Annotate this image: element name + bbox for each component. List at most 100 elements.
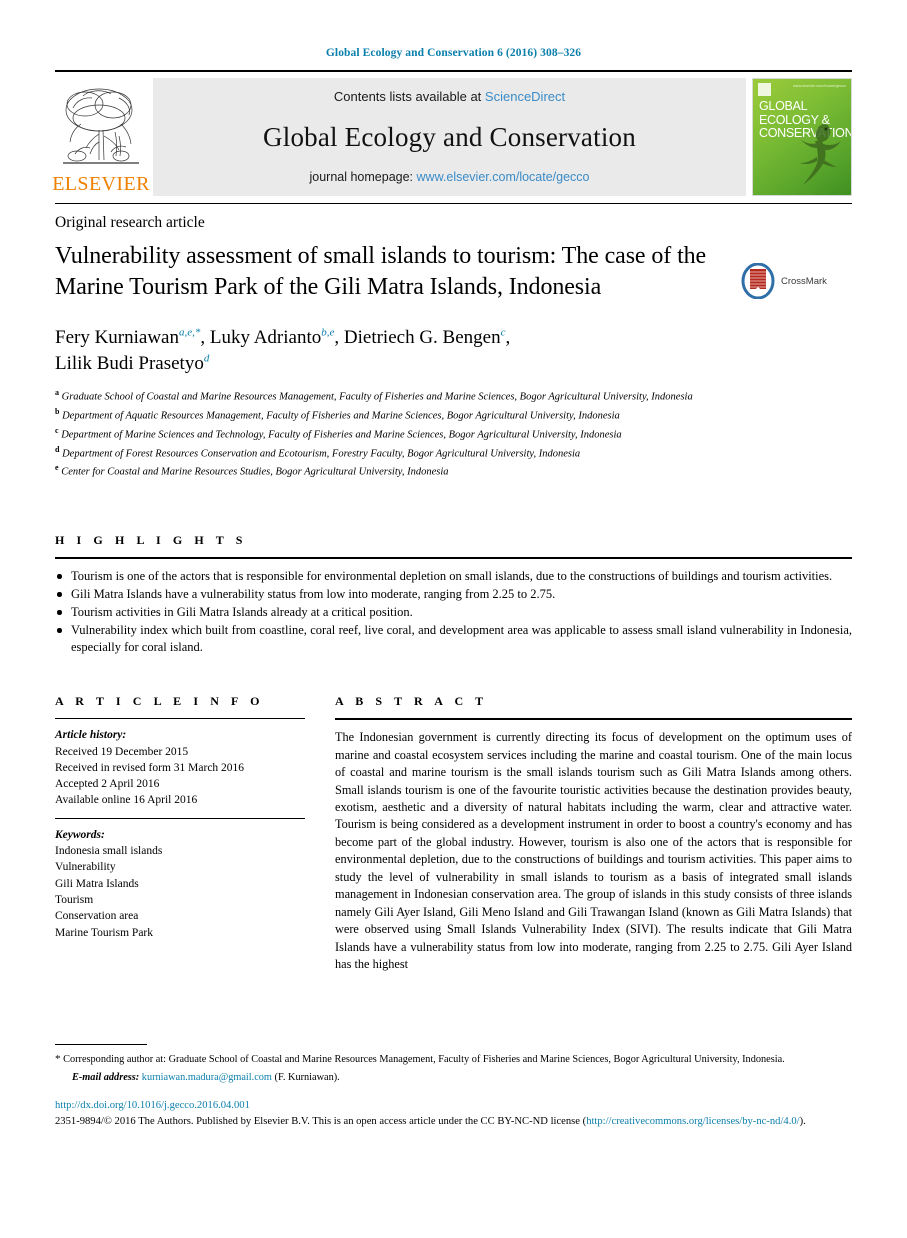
keyword-item: Conservation area	[55, 910, 139, 923]
abstract-rule	[335, 718, 852, 721]
affiliation-item: b Department of Aquatic Resources Manage…	[55, 406, 852, 425]
copyright-suffix: ).	[799, 1116, 806, 1128]
highlights-section: H I G H L I G H T S Tourism is one of th…	[55, 533, 852, 656]
history-revised: Received in revised form 31 March 2016	[55, 761, 245, 774]
keywords-rule	[55, 817, 305, 819]
list-item: Tourism is one of the actors that is res…	[55, 568, 852, 585]
corresponding-text: Corresponding author at: Graduate School…	[63, 1054, 785, 1065]
author-list: Fery Kurniawana,e,*, Luky Adriantob,e, D…	[55, 325, 852, 377]
copyright-line: 2351-9894/© 2016 The Authors. Published …	[55, 1114, 852, 1129]
list-item: Tourism activities in Gili Matra Islands…	[55, 604, 852, 621]
abstract-text: The Indonesian government is currently d…	[335, 730, 852, 972]
footnotes: * Corresponding author at: Graduate Scho…	[55, 1044, 852, 1130]
doi-block: http://dx.doi.org/10.1016/j.gecco.2016.0…	[55, 1098, 852, 1130]
author-sup-4: d	[203, 352, 210, 365]
banner-top-rule	[55, 70, 852, 72]
highlights-list: Tourism is one of the actors that is res…	[55, 568, 852, 656]
author-sep-1: ,	[200, 326, 210, 348]
affiliation-item: d Department of Forest Resources Conserv…	[55, 444, 852, 463]
elsevier-tree-icon	[63, 88, 139, 164]
author-sup-1: a,e,*	[179, 326, 201, 339]
history-online: Available online 16 April 2016	[55, 794, 198, 807]
keywords-label: Keywords:	[55, 828, 105, 841]
article-history-label: Article history:	[55, 729, 127, 742]
corresponding-author-note: * Corresponding author at: Graduate Scho…	[55, 1051, 852, 1068]
abstract-column: A B S T R A C T The Indonesian governmen…	[335, 694, 852, 973]
crossmark-icon	[741, 263, 775, 299]
author-line-1: Fery Kurniawana,e,*, Luky Adriantob,e, D…	[55, 325, 852, 351]
keyword-item: Tourism	[55, 894, 94, 907]
article-first-page: Global Ecology and Conservation 6 (2016)…	[0, 0, 907, 1238]
article-type: Original research article	[55, 214, 205, 231]
list-item: Gili Matra Islands have a vulnerability …	[55, 586, 852, 603]
elsevier-wordmark: ELSEVIER	[52, 173, 150, 195]
author-sep-3: ,	[505, 326, 511, 348]
keyword-item: Vulnerability	[55, 861, 116, 874]
cover-tagline: www.elsevier.com/locate/gecco	[793, 84, 846, 88]
affiliation-text: Graduate School of Coastal and Marine Re…	[61, 391, 693, 403]
affiliation-marker: c	[55, 425, 59, 435]
info-abstract-columns: A R T I C L E I N F O Article history: R…	[55, 694, 852, 973]
affiliation-text: Department of Marine Sciences and Techno…	[61, 429, 622, 441]
affiliation-marker: a	[55, 388, 59, 398]
email-note: E-mail address: kurniawan.madura@gmail.c…	[55, 1070, 852, 1085]
affiliation-marker: d	[55, 444, 60, 454]
crossmark-badge[interactable]: CrossMark	[740, 263, 852, 299]
affiliation-item: a Graduate School of Coastal and Marine …	[55, 387, 852, 406]
contents-prefix: Contents lists available at	[333, 89, 482, 104]
footnote-rule	[55, 1044, 147, 1045]
article-info-rule	[55, 718, 305, 720]
license-link[interactable]: http://creativecommons.org/licenses/by-n…	[586, 1116, 799, 1127]
copyright-prefix: 2351-9894/© 2016 The Authors. Published …	[55, 1116, 587, 1128]
homepage-prefix: journal homepage:	[309, 170, 414, 184]
affiliation-item: e Center for Coastal and Marine Resource…	[55, 462, 852, 481]
author-sep-2: ,	[334, 326, 344, 348]
banner-center: Contents lists available at ScienceDirec…	[153, 78, 746, 196]
corresponding-star: *	[55, 1053, 61, 1065]
keyword-item: Marine Tourism Park	[55, 926, 153, 939]
keyword-item: Gili Matra Islands	[55, 877, 139, 890]
running-head: Global Ecology and Conservation 6 (2016)…	[325, 47, 582, 59]
journal-cover-thumbnail: www.elsevier.com/locate/gecco GLOBAL ECO…	[752, 78, 852, 196]
keywords-group: Keywords: Indonesia small islands Vulner…	[55, 827, 305, 941]
journal-title: Global Ecology and Conservation	[263, 121, 636, 152]
history-received: Received 19 December 2015	[55, 745, 189, 758]
article-info-column: A R T I C L E I N F O Article history: R…	[55, 694, 305, 973]
list-item: Vulnerability index which built from coa…	[55, 622, 852, 656]
author-name-2: Luky Adrianto	[209, 326, 322, 348]
elsevier-logo: ELSEVIER	[52, 78, 150, 196]
email-owner: (F. Kurniawan).	[274, 1071, 340, 1083]
crossmark-label: CrossMark	[781, 275, 827, 287]
author-name-1: Fery Kurniawan	[55, 326, 179, 348]
email-link[interactable]: kurniawan.madura@gmail.com	[142, 1072, 272, 1083]
contents-line: Contents lists available at ScienceDirec…	[334, 89, 565, 104]
journal-homepage-link[interactable]: www.elsevier.com/locate/gecco	[417, 170, 590, 184]
page-title: Vulnerability assessment of small island…	[55, 243, 707, 300]
cover-title-line-1: GLOBAL	[759, 99, 808, 113]
affiliation-text: Department of Aquatic Resources Manageme…	[62, 410, 620, 422]
affiliation-text: Center for Coastal and Marine Resources …	[61, 466, 449, 478]
lizard-icon	[800, 124, 841, 185]
article-history-group: Article history: Received 19 December 20…	[55, 727, 305, 809]
homepage-line: journal homepage: www.elsevier.com/locat…	[309, 170, 589, 184]
history-accepted: Accepted 2 April 2016	[55, 778, 160, 791]
doi-link[interactable]: http://dx.doi.org/10.1016/j.gecco.2016.0…	[55, 1098, 852, 1113]
email-label: E-mail address:	[72, 1071, 140, 1083]
affiliation-marker: b	[55, 407, 60, 417]
journal-banner: ELSEVIER Contents lists available at Sci…	[52, 78, 852, 196]
affiliation-marker: e	[55, 463, 59, 473]
author-name-4: Lilik Budi Prasetyo	[55, 353, 204, 375]
author-sup-2: b,e	[321, 326, 335, 339]
author-line-2: Lilik Budi Prasetyod	[55, 351, 852, 377]
cover-elsevier-icon	[758, 83, 771, 96]
highlights-rule	[55, 557, 852, 560]
affiliations: a Graduate School of Coastal and Marine …	[55, 387, 852, 481]
affiliation-text: Department of Forest Resources Conservat…	[62, 448, 581, 460]
keyword-item: Indonesia small islands	[55, 845, 163, 858]
article-type-rule	[55, 203, 852, 204]
sciencedirect-link[interactable]: ScienceDirect	[485, 89, 565, 104]
abstract-heading: A B S T R A C T	[335, 694, 488, 709]
highlights-heading: H I G H L I G H T S	[55, 533, 247, 548]
affiliation-item: c Department of Marine Sciences and Tech…	[55, 425, 852, 444]
author-name-3: Dietriech G. Bengen	[343, 326, 501, 348]
